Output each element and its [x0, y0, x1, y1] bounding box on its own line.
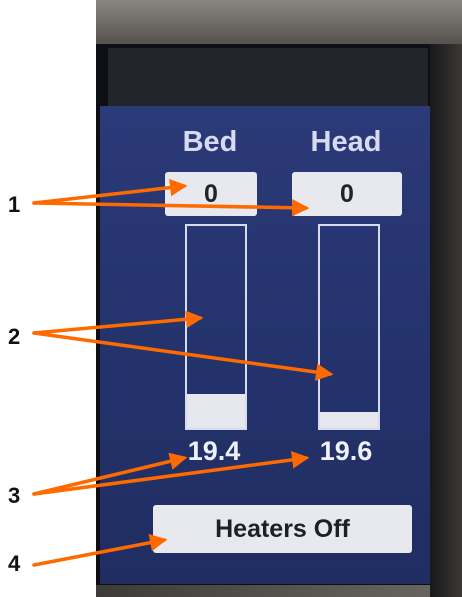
arrow-4-to-heaters-button: [32, 534, 168, 567]
arrow-2-to-bed-gauge: [32, 310, 204, 335]
arrow-3-to-head-temp: [32, 451, 310, 496]
arrow-2-to-head-gauge: [32, 331, 334, 381]
arrow-1-to-head-setpoint: [32, 198, 310, 217]
callout-arrows: [32, 178, 334, 567]
arrow-1-to-bed-setpoint: [32, 178, 188, 205]
